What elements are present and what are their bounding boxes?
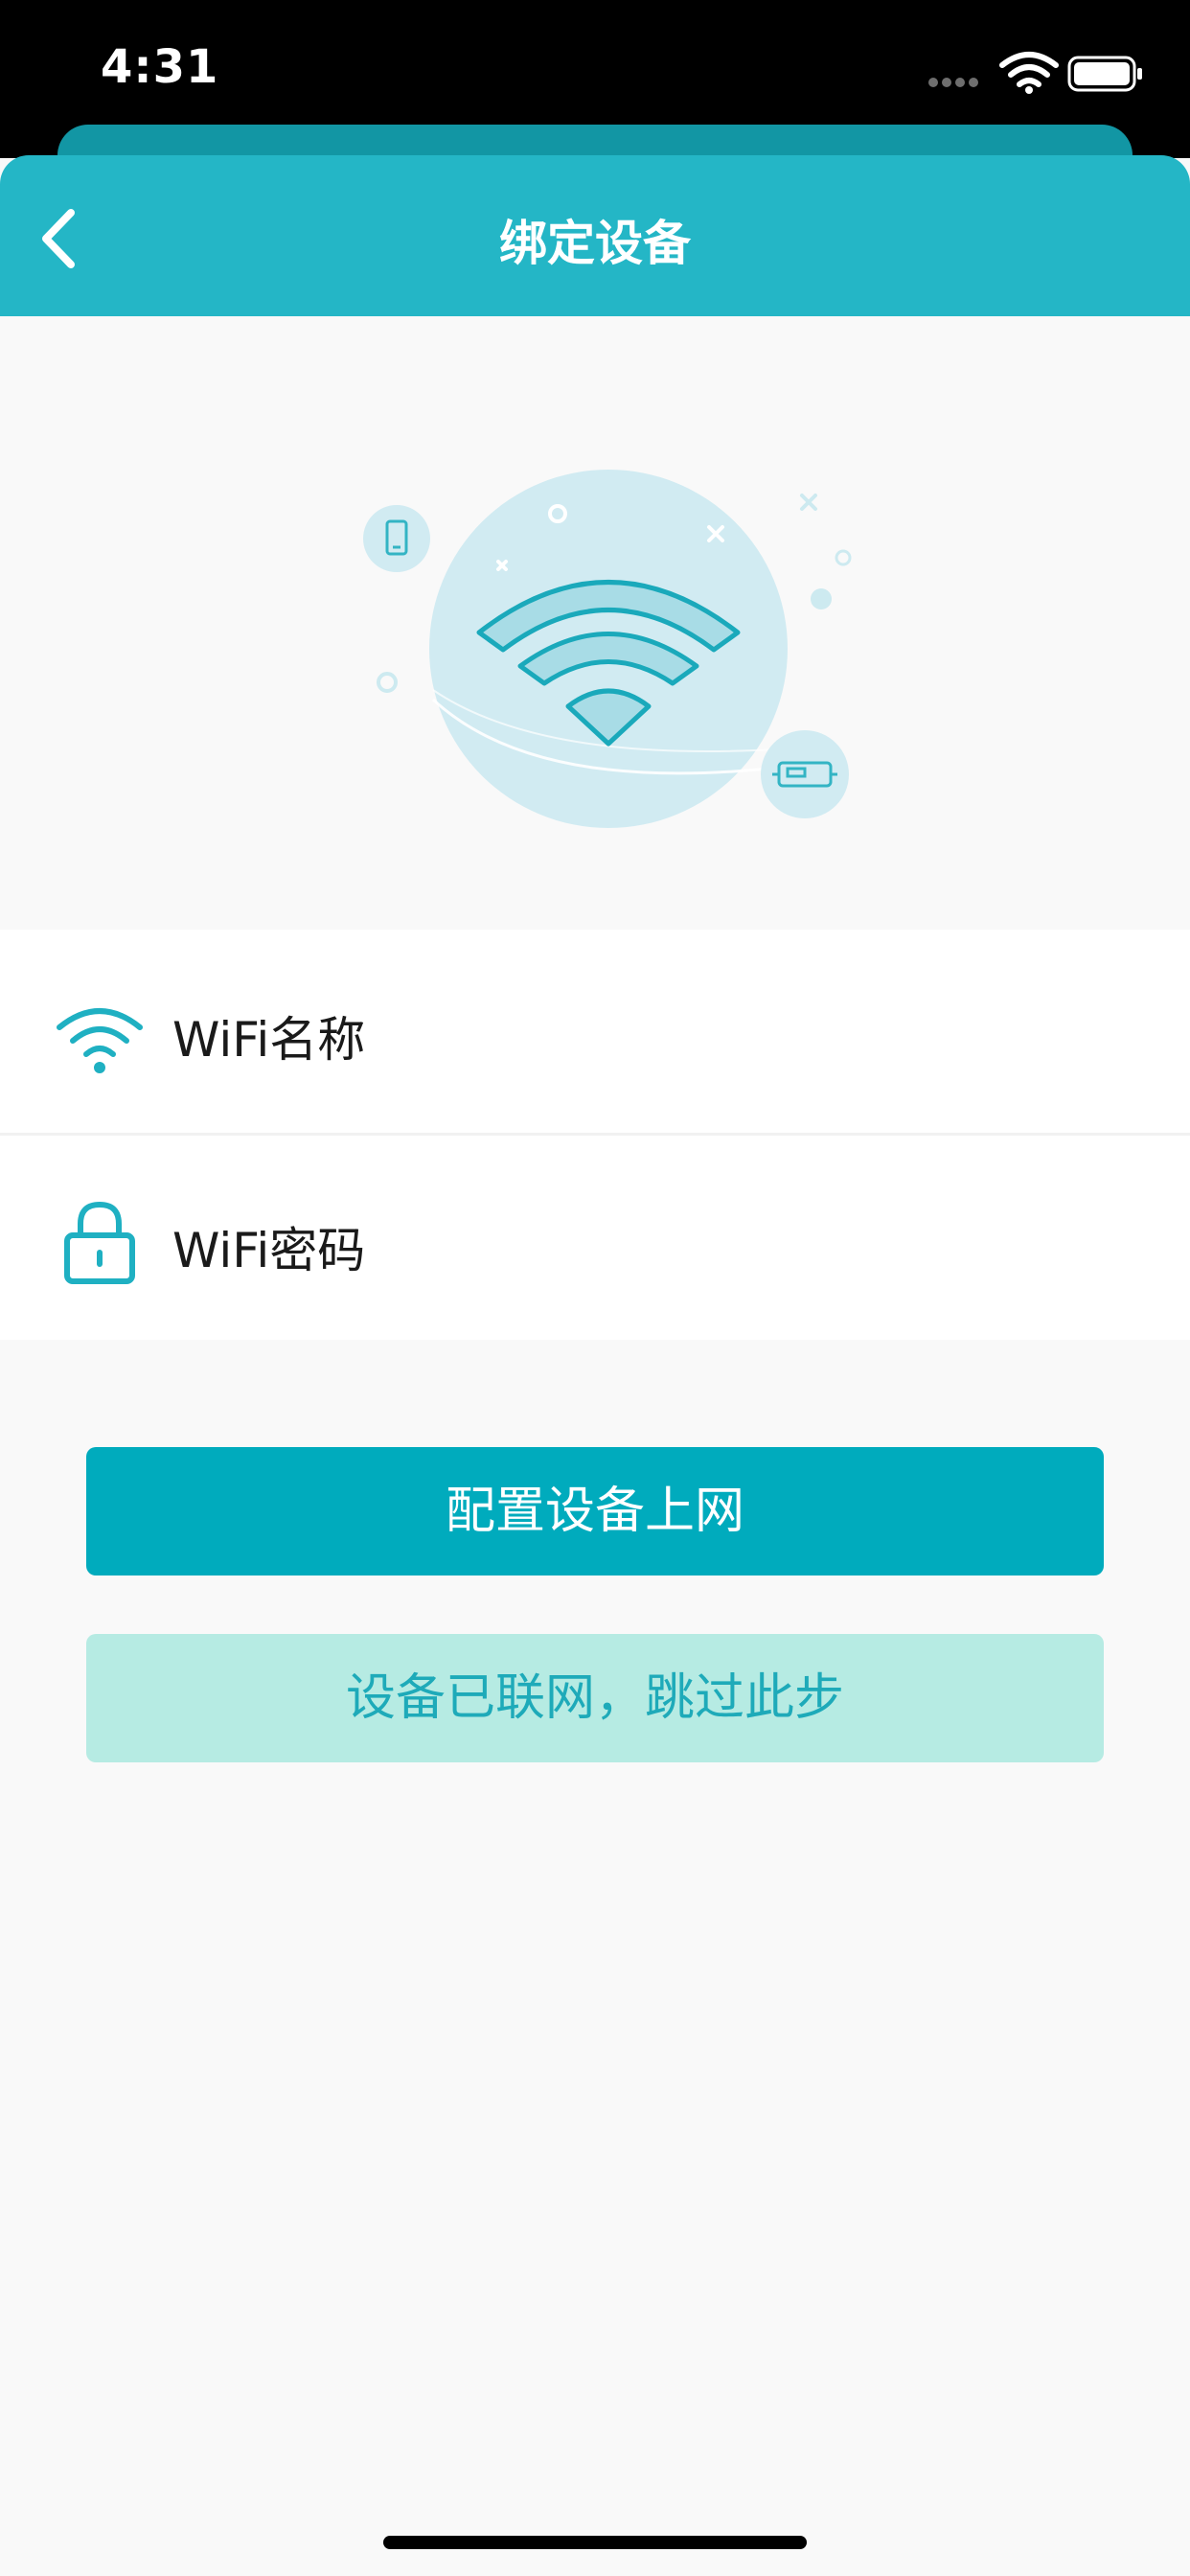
phone-bubble (363, 505, 430, 572)
skip-step-button[interactable]: 设备已联网，跳过此步 (86, 1634, 1104, 1762)
configure-network-button[interactable]: 配置设备上网 (86, 1447, 1104, 1576)
wifi-form: WiFi名称 WiFi密码 (0, 930, 1190, 1340)
wifi-name-label: WiFi名称 (172, 1012, 366, 1068)
battery-icon (1067, 56, 1142, 92)
nav-bar: 绑定设备 (0, 155, 1190, 316)
wifi-illustration (363, 470, 852, 828)
wifi-icon (57, 1008, 143, 1073)
wifi-password-field[interactable]: WiFi密码 (0, 1136, 1190, 1339)
status-time: 4:31 (101, 40, 219, 94)
status-icons (928, 52, 1142, 94)
wifi-status-icon (999, 52, 1059, 87)
page-title: 绑定设备 (499, 216, 691, 271)
home-indicator[interactable] (383, 2536, 807, 2549)
lock-icon (64, 1202, 135, 1284)
wifi-dot (1025, 86, 1033, 94)
wifi-password-label: WiFi密码 (172, 1223, 366, 1278)
cellular-signal-icon (928, 78, 978, 87)
wifi-name-field[interactable]: WiFi名称 (0, 930, 1190, 1133)
